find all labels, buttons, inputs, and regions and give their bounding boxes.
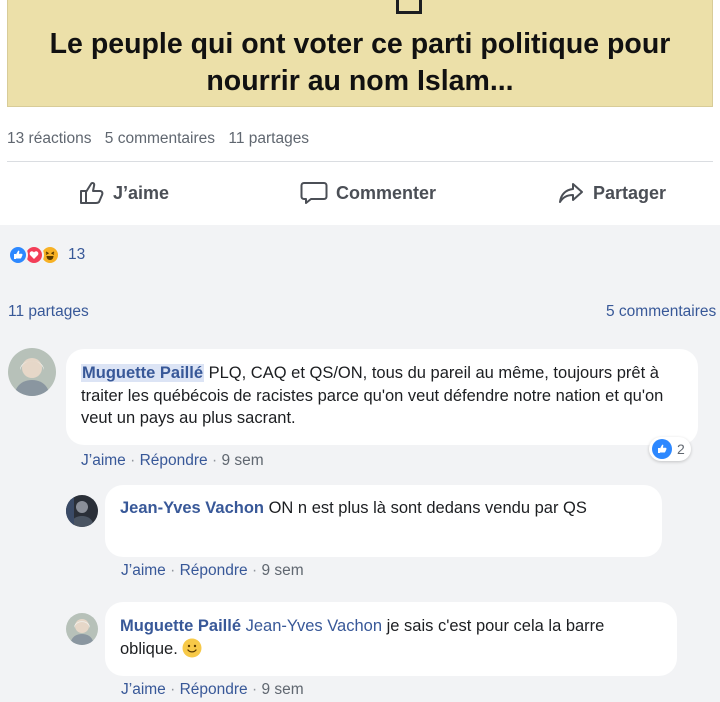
comment-time[interactable]: 9 sem: [221, 452, 263, 469]
comment-icon: [300, 182, 328, 204]
reply-author[interactable]: Muguette Paillé: [120, 617, 241, 635]
reactions-count[interactable]: 13 réactions: [7, 130, 91, 147]
smile-emoji-icon: [182, 638, 202, 657]
post-stats: 13 réactions 5 commentaires 11 partages: [7, 130, 318, 148]
like-button[interactable]: J’aime: [79, 162, 169, 224]
comments-link[interactable]: 5 commentaires: [606, 303, 716, 321]
reactions-total[interactable]: 13: [68, 246, 85, 264]
comment-reply-link[interactable]: Répondre: [140, 452, 208, 469]
share-label: Partager: [593, 182, 667, 203]
reply-bubble: Muguette Paillé Jean-Yves Vachon je sais…: [105, 602, 677, 676]
reply-time[interactable]: 9 sem: [261, 562, 303, 579]
comment-bubble: Muguette Paillé PLQ, CAQ et QS/ON, tous …: [66, 349, 698, 445]
reply-meta: J’aime · Répondre · 9 sem: [121, 681, 304, 698]
post-title: Le peuple qui ont voter ce parti politiq…: [49, 28, 671, 97]
reply-like-link[interactable]: J’aime: [121, 562, 166, 579]
reply-bubble: Jean-Yves Vachon ON n est plus là sont d…: [105, 485, 662, 557]
reply-reply-link[interactable]: Répondre: [180, 681, 248, 698]
comment-label: Commenter: [336, 182, 437, 203]
comment-button[interactable]: Commenter: [300, 162, 436, 224]
reactions-summary[interactable]: 13: [8, 245, 85, 265]
comment-meta: J’aime · Répondre · 9 sem: [81, 452, 264, 469]
reply-text: ON n est plus là sont dedans vendu par Q…: [268, 499, 587, 517]
share-icon: [559, 183, 583, 203]
comment-author[interactable]: Muguette Paillé: [81, 364, 205, 382]
reply-author[interactable]: Jean-Yves Vachon: [120, 499, 264, 517]
reply-mention[interactable]: Jean-Yves Vachon: [246, 617, 382, 635]
avatar-jean-yves[interactable]: [66, 495, 98, 527]
share-button[interactable]: Partager: [557, 162, 666, 224]
avatar-muguette[interactable]: [8, 348, 56, 396]
thumbs-up-icon: [80, 181, 104, 204]
like-reaction-icon: [652, 439, 672, 459]
avatar-muguette-small[interactable]: [66, 613, 98, 645]
shares-count[interactable]: 11 partages: [228, 130, 309, 147]
reply-reply-link[interactable]: Répondre: [180, 562, 248, 579]
action-bar: J’aime Commenter Partager: [7, 162, 713, 224]
like-label: J’aime: [113, 182, 170, 203]
reply-meta: J’aime · Répondre · 9 sem: [121, 562, 304, 579]
shares-link[interactable]: 11 partages: [8, 303, 89, 321]
reply-like-link[interactable]: J’aime: [121, 681, 166, 698]
post-banner: Le peuple qui ont voter ce parti politiq…: [7, 0, 713, 107]
comment-likes-count: 2: [677, 441, 685, 457]
comments-count[interactable]: 5 commentaires: [105, 130, 215, 147]
like-reaction-icon: [8, 245, 28, 265]
comment-likes-badge[interactable]: 2: [649, 437, 691, 461]
reply-time[interactable]: 9 sem: [261, 681, 303, 698]
comment-like-link[interactable]: J’aime: [81, 452, 126, 469]
banner-glyph: [396, 0, 422, 14]
